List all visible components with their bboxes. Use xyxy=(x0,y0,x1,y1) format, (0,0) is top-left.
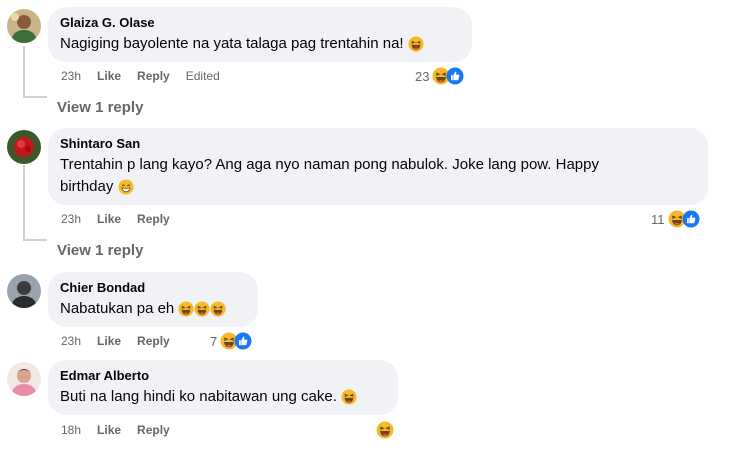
avatar[interactable] xyxy=(7,274,41,308)
reaction-summary[interactable] xyxy=(376,421,394,439)
comment-author[interactable]: Chier Bondad xyxy=(60,280,246,296)
avatar[interactable] xyxy=(7,9,41,43)
reply-button[interactable]: Reply xyxy=(137,334,170,348)
like-button[interactable]: Like xyxy=(97,212,121,226)
grin-emoji-icon xyxy=(118,179,134,195)
haha-emoji-icon xyxy=(408,36,424,52)
avatar[interactable] xyxy=(7,130,41,164)
haha-emoji-icon xyxy=(178,301,194,317)
comment-actions: 23h Like Reply xyxy=(61,212,170,226)
comment-text: Trentahin p lang kayo? Ang aga nyo naman… xyxy=(60,156,599,195)
thread-line xyxy=(23,96,47,98)
comment-text: Nagiging bayolente na yata talaga pag tr… xyxy=(60,33,460,55)
haha-emoji-icon xyxy=(194,301,210,317)
reaction-summary[interactable]: 11 xyxy=(651,210,700,228)
reply-button[interactable]: Reply xyxy=(137,423,170,437)
avatar[interactable] xyxy=(7,362,41,396)
reaction-summary[interactable]: 7 xyxy=(210,332,252,350)
haha-icon xyxy=(376,421,394,439)
comment-text: Nabatukan pa eh xyxy=(60,298,246,320)
comment-text: Buti na lang hindi ko nabitawan ung cake… xyxy=(60,386,386,408)
reaction-summary[interactable]: 23 xyxy=(415,67,464,85)
comment-timestamp[interactable]: 23h xyxy=(61,212,81,226)
reaction-count: 7 xyxy=(210,333,218,349)
comment-actions: 18h Like Reply xyxy=(61,423,170,437)
comment-timestamp[interactable]: 23h xyxy=(61,69,81,83)
thread-line xyxy=(23,165,25,241)
reply-button[interactable]: Reply xyxy=(137,212,170,226)
comment-timestamp[interactable]: 18h xyxy=(61,423,81,437)
reaction-count: 11 xyxy=(651,211,665,227)
like-icon xyxy=(446,67,464,85)
like-icon xyxy=(234,332,252,350)
haha-emoji-icon xyxy=(341,389,357,405)
like-button[interactable]: Like xyxy=(97,334,121,348)
like-button[interactable]: Like xyxy=(97,423,121,437)
comment-actions: 23h Like Reply xyxy=(61,334,170,348)
comment-timestamp[interactable]: 23h xyxy=(61,334,81,348)
comment-author[interactable]: Shintaro San xyxy=(60,136,696,152)
view-replies-link[interactable]: View 1 reply xyxy=(57,99,143,116)
reply-button[interactable]: Reply xyxy=(137,69,170,83)
comment-bubble: Edmar Alberto Buti na lang hindi ko nabi… xyxy=(48,360,398,415)
edited-label[interactable]: Edited xyxy=(186,69,220,83)
thread-line xyxy=(23,239,47,241)
haha-emoji-icon xyxy=(210,301,226,317)
comment-actions: 23h Like Reply Edited xyxy=(61,69,220,83)
like-icon xyxy=(682,210,700,228)
comment-author[interactable]: Glaiza G. Olase xyxy=(60,15,460,31)
comment-bubble: Chier Bondad Nabatukan pa eh xyxy=(48,272,258,327)
reaction-count: 23 xyxy=(415,68,430,84)
thread-line xyxy=(23,46,25,98)
view-replies-link[interactable]: View 1 reply xyxy=(57,242,143,259)
comment-bubble: Glaiza G. Olase Nagiging bayolente na ya… xyxy=(48,7,472,62)
comment-bubble: Shintaro San Trentahin p lang kayo? Ang … xyxy=(48,128,708,205)
like-button[interactable]: Like xyxy=(97,69,121,83)
comment-author[interactable]: Edmar Alberto xyxy=(60,368,386,384)
